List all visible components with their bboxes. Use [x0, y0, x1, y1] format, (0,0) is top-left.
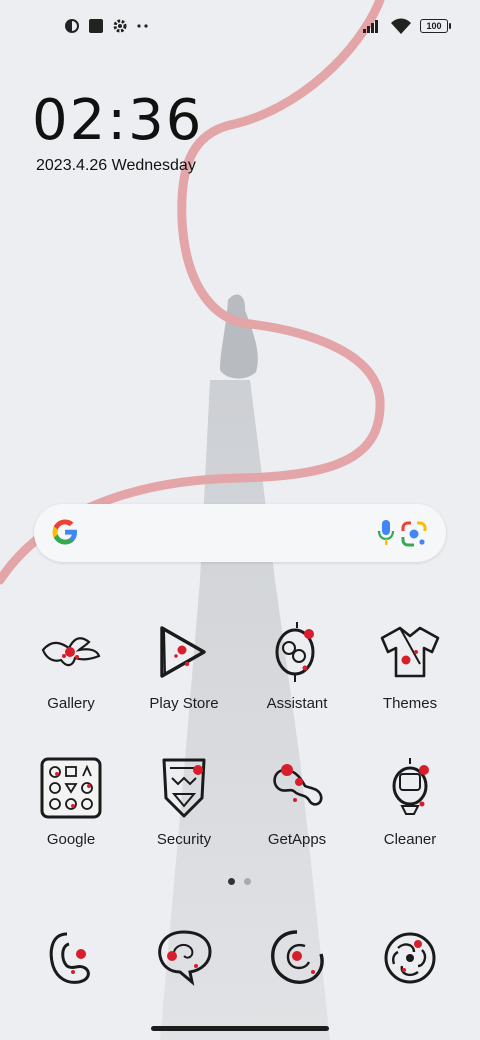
google-folder-icon [40, 757, 102, 819]
assistant-icon [275, 622, 315, 682]
getapps-icon [273, 764, 323, 806]
app-themes[interactable]: Themes [355, 620, 465, 712]
app-assistant[interactable]: Assistant [242, 620, 352, 712]
wifi-icon [391, 18, 411, 34]
figure-silhouette [220, 294, 258, 379]
cleaner-icon [392, 758, 429, 815]
circle-half-icon [65, 19, 79, 33]
page-dot-active[interactable] [228, 878, 235, 885]
app-label: Security [156, 831, 212, 848]
app-security[interactable]: Security [129, 756, 239, 848]
app-gallery[interactable]: Gallery [16, 620, 126, 712]
app-label: Play Store [149, 695, 219, 712]
clock-date[interactable]: 2023.4.26 Wednesday [36, 157, 196, 175]
square-icon [89, 19, 103, 33]
themes-icon [380, 626, 440, 678]
phone-dock-icon[interactable] [39, 926, 103, 990]
clock-time[interactable]: 02:36 [32, 88, 203, 153]
gear-icon [113, 19, 127, 33]
more-icon [137, 24, 148, 28]
mic-icon[interactable] [376, 519, 396, 547]
app-getapps[interactable]: GetApps [242, 756, 352, 848]
page-indicator[interactable] [228, 878, 251, 885]
red-ribbon [0, 0, 385, 585]
google-g-icon [52, 519, 77, 545]
browser-dock-icon[interactable] [265, 926, 329, 990]
app-label: Assistant [266, 695, 328, 712]
status-left [64, 18, 150, 34]
app-label: Cleaner [383, 831, 437, 848]
status-right: 100 [362, 18, 451, 34]
app-label: GetApps [267, 831, 327, 848]
battery-indicator: 100 [420, 19, 451, 33]
signal-icon [363, 20, 378, 33]
status-bar: 100 [0, 14, 480, 42]
gallery-icon [41, 637, 101, 667]
app-label: Gallery [47, 695, 95, 712]
gesture-nav-handle[interactable] [151, 1026, 329, 1031]
messages-dock-icon[interactable] [152, 926, 216, 990]
play-store-icon [160, 626, 206, 678]
google-search-bar[interactable] [34, 504, 446, 562]
app-label: Google [46, 831, 96, 848]
app-play-store[interactable]: Play Store [129, 620, 239, 712]
app-cleaner[interactable]: Cleaner [355, 756, 465, 848]
camera-dock-icon[interactable] [378, 926, 442, 990]
shield-icon [162, 758, 206, 818]
lens-icon[interactable] [400, 520, 428, 548]
page-dot[interactable] [244, 878, 251, 885]
app-label: Themes [382, 695, 438, 712]
app-google-folder[interactable]: Google [16, 756, 126, 848]
